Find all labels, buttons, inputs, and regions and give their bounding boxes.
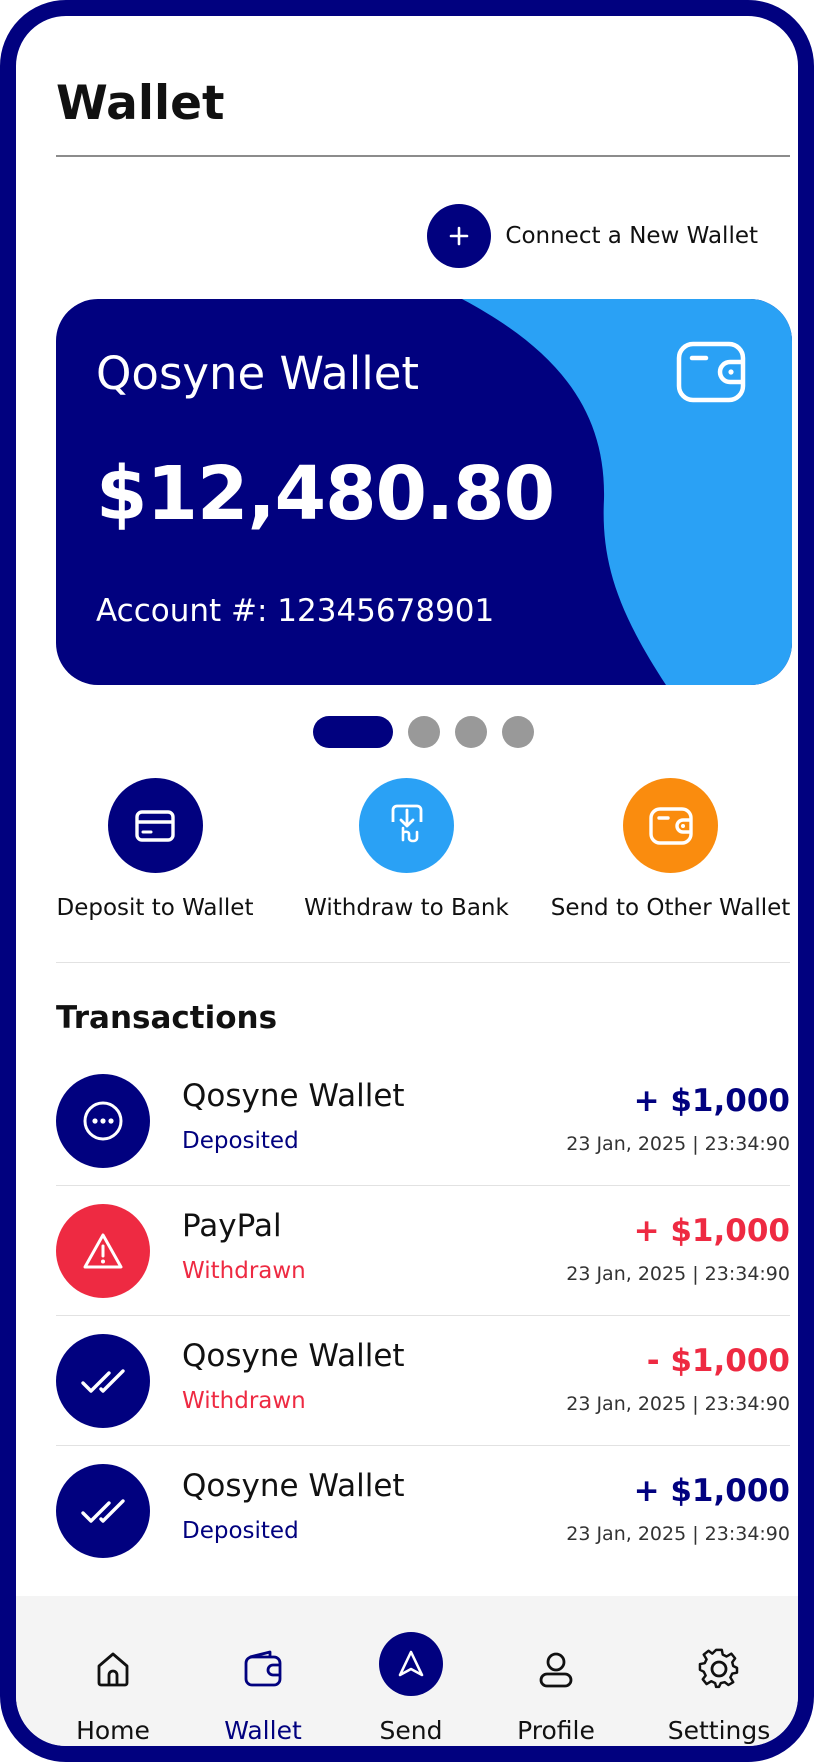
user-icon[interactable] <box>535 1648 577 1690</box>
nav-label-settings[interactable]: Settings <box>668 1716 771 1745</box>
title-divider <box>56 155 790 157</box>
transaction-date: 23 Jan, 2025 | 23:34:90 <box>566 1263 790 1285</box>
wallet-name: Qosyne Wallet <box>96 347 420 400</box>
transactions-list: Qosyne Wallet Deposited + $1,000 23 Jan,… <box>56 1056 790 1576</box>
transaction-status: Deposited <box>182 1518 299 1544</box>
transaction-amount: - $1,000 <box>646 1343 790 1379</box>
connect-wallet-label[interactable]: Connect a New Wallet <box>505 223 758 249</box>
transaction-name: Qosyne Wallet <box>182 1468 405 1504</box>
transactions-heading: Transactions <box>56 1000 278 1036</box>
plus-icon[interactable] <box>427 204 492 268</box>
nav-item-settings[interactable]: Settings <box>649 1596 789 1746</box>
table-row[interactable]: Qosyne Wallet Deposited + $1,000 23 Jan,… <box>56 1446 790 1576</box>
wallet-card[interactable]: Qosyne Wallet $12,480.80 Account #: 1234… <box>56 299 792 685</box>
warning-icon <box>56 1204 150 1298</box>
wallet-balance: $12,480.80 <box>96 451 555 537</box>
send-arrow-icon[interactable] <box>379 1632 443 1696</box>
transaction-status: Withdrawn <box>182 1388 306 1414</box>
carousel-dot[interactable] <box>455 716 487 748</box>
wallet-icon[interactable] <box>623 778 718 873</box>
double-check-icon <box>56 1464 150 1558</box>
transaction-date: 23 Jan, 2025 | 23:34:90 <box>566 1393 790 1415</box>
connect-wallet-button[interactable]: Connect a New Wallet <box>427 204 758 268</box>
carousel-dot-active[interactable] <box>313 716 393 748</box>
transaction-amount: + $1,000 <box>633 1213 790 1249</box>
send-other-action[interactable]: Send to Other Wallet <box>551 778 790 921</box>
nav-item-profile[interactable]: Profile <box>486 1596 626 1746</box>
table-row[interactable]: Qosyne Wallet Deposited + $1,000 23 Jan,… <box>56 1056 790 1186</box>
account-number: Account #: 12345678901 <box>96 593 495 629</box>
page-title: Wallet <box>56 76 225 131</box>
transaction-date: 23 Jan, 2025 | 23:34:90 <box>566 1133 790 1155</box>
transaction-name: Qosyne Wallet <box>182 1338 405 1374</box>
card-icon[interactable] <box>107 778 203 873</box>
transaction-amount: + $1,000 <box>633 1083 790 1119</box>
gear-icon[interactable] <box>698 1648 740 1690</box>
wallet-icon <box>676 341 746 403</box>
nav-label-home[interactable]: Home <box>76 1716 150 1745</box>
nav-item-home[interactable]: Home <box>43 1596 183 1746</box>
nav-item-send[interactable]: Send <box>341 1596 481 1746</box>
deposit-action[interactable]: Deposit to Wallet <box>56 778 254 921</box>
transaction-amount: + $1,000 <box>633 1473 790 1509</box>
home-icon[interactable] <box>92 1648 134 1690</box>
withdraw-action[interactable]: Withdraw to Bank <box>303 778 510 921</box>
carousel-indicator <box>313 716 534 748</box>
more-dots-icon <box>56 1074 150 1168</box>
transaction-name: PayPal <box>182 1208 282 1244</box>
phone-frame: Wallet Connect a New Wallet Qosyne Walle… <box>0 0 814 1762</box>
deposit-label: Deposit to Wallet <box>56 895 254 921</box>
carousel-dot[interactable] <box>502 716 534 748</box>
nav-label-wallet[interactable]: Wallet <box>224 1716 302 1745</box>
table-row[interactable]: PayPal Withdrawn + $1,000 23 Jan, 2025 |… <box>56 1186 790 1316</box>
quick-actions: Deposit to Wallet Withdraw to Bank Send … <box>56 778 790 928</box>
carousel-dot[interactable] <box>408 716 440 748</box>
nav-item-wallet[interactable]: Wallet <box>193 1596 333 1746</box>
withdraw-hand-icon[interactable] <box>359 778 454 873</box>
transaction-status: Withdrawn <box>182 1258 306 1284</box>
double-check-icon <box>56 1334 150 1428</box>
nav-label-profile[interactable]: Profile <box>517 1716 595 1745</box>
transaction-name: Qosyne Wallet <box>182 1078 405 1114</box>
withdraw-label: Withdraw to Bank <box>304 895 509 921</box>
nav-label-send[interactable]: Send <box>380 1716 443 1745</box>
transaction-date: 23 Jan, 2025 | 23:34:90 <box>566 1523 790 1545</box>
wallet-icon[interactable] <box>242 1648 284 1690</box>
bottom-nav: Home Wallet Send Profile Settings <box>16 1596 798 1746</box>
send-other-label: Send to Other Wallet <box>550 895 791 921</box>
section-divider <box>56 962 790 963</box>
transaction-status: Deposited <box>182 1128 299 1154</box>
table-row[interactable]: Qosyne Wallet Withdrawn - $1,000 23 Jan,… <box>56 1316 790 1446</box>
